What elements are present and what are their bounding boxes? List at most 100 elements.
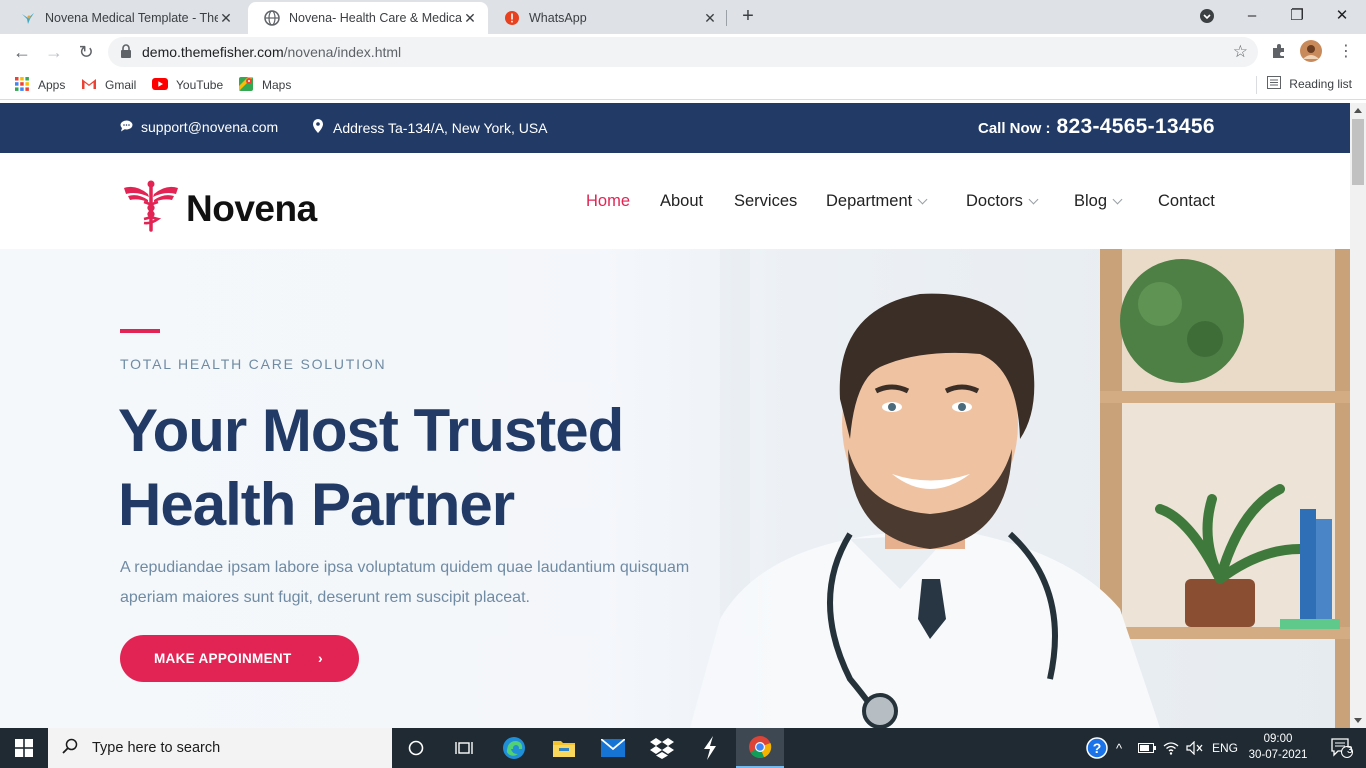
taskbar-sublime[interactable] [686,728,734,768]
dropbox-icon [650,738,674,759]
bookmark-maps[interactable]: Maps [238,76,291,94]
page-scrollbar[interactable] [1350,103,1366,728]
search-icon [62,738,78,758]
browser-toolbar: ← → ↻ demo.themefisher.com/novena/index.… [0,34,1366,70]
bookmark-apps[interactable]: Apps [14,76,65,94]
nav-doctors[interactable]: Doctors [966,192,1039,211]
close-icon[interactable]: ✕ [462,10,478,26]
taskbar-mail[interactable] [589,728,637,768]
nav-about[interactable]: About [660,192,703,211]
brand-name: Novena [186,187,317,229]
apps-grid-icon [14,76,30,95]
bookmark-label: Apps [38,78,66,92]
chevron-down-icon [1028,194,1039,205]
scrollbar-thumb[interactable] [1352,119,1364,185]
language-indicator[interactable]: ENG [1212,728,1238,768]
call-now-phone[interactable]: 823-4565-13456 [1057,115,1215,139]
close-window-button[interactable]: ✕ [1322,4,1362,28]
address-bar[interactable]: demo.themefisher.com/novena/index.html ☆ [108,37,1258,67]
wifi-icon[interactable] [1163,728,1179,768]
nav-services[interactable]: Services [734,192,797,211]
show-hidden-icons-chevron-up-icon[interactable]: ^ [1116,728,1122,768]
bookmark-star-icon[interactable]: ☆ [1233,42,1248,62]
close-icon[interactable]: ✕ [218,10,234,26]
notification-count: 3 [1347,745,1353,756]
tab-separator [726,10,727,26]
map-pin-icon [313,119,323,136]
task-view-icon [455,742,473,754]
bookmarks-separator [1256,76,1257,94]
bookmark-label: Maps [262,78,292,92]
forward-arrow-icon[interactable]: → [42,40,66,64]
scroll-up-arrow-icon[interactable] [1354,108,1362,113]
make-appointment-label: MAKE APPOINMENT [154,651,292,666]
mail-envelope-icon [601,739,625,757]
nav-doctors-label: Doctors [966,192,1023,210]
hummingbird-favicon-icon [20,10,36,26]
tab-whatsapp[interactable]: WhatsApp ✕ [488,2,728,34]
minimize-button[interactable]: – [1232,4,1272,28]
bookmark-youtube[interactable]: YouTube [152,76,223,94]
nav-department-label: Department [826,192,913,210]
tab-title: Novena Medical Template - Themefisher [45,11,218,25]
topbar-email[interactable]: support@novena.com [120,119,278,135]
bookmark-gmail[interactable]: Gmail [81,76,136,94]
hero-accent-divider [120,329,160,333]
reading-list-label: Reading list [1289,77,1352,91]
url-path: /novena/index.html [283,44,402,60]
tab-novena-health-care[interactable]: Novena- Health Care & Medical template ✕ [248,2,488,34]
taskbar-chrome[interactable] [736,728,784,768]
bookmark-label: YouTube [176,78,224,92]
hero-title-line-2: Health Partner [118,471,515,538]
bookmarks-bar: Apps Gmail YouTube Maps Reading list [0,70,1366,100]
url-text: demo.themefisher.com/novena/index.html [142,44,401,60]
menu-kebab-icon[interactable]: ⋮ [1336,42,1356,62]
task-view-button[interactable] [440,728,488,768]
volume-muted-icon[interactable] [1186,728,1204,768]
bolt-app-icon [704,736,716,760]
topbar-call[interactable]: Call Now : 823-4565-13456 [978,115,1215,139]
chevron-down-icon [917,194,928,205]
chevron-down-icon [1112,194,1123,205]
chrome-icon [749,736,772,759]
taskbar-dropbox[interactable] [638,728,686,768]
windows-start-button[interactable] [0,728,48,768]
extensions-puzzle-icon[interactable] [1270,42,1290,62]
back-arrow-icon[interactable]: ← [10,40,34,64]
nav-department[interactable]: Department [826,192,928,211]
action-center-button[interactable]: 3 [1318,728,1366,768]
make-appointment-button[interactable]: MAKE APPOINMENT › [120,635,359,682]
taskbar-file-explorer[interactable] [540,728,588,768]
search-placeholder: Type here to search [92,740,221,756]
nav-contact[interactable]: Contact [1158,192,1215,211]
help-tray-item[interactable]: ? [1086,728,1108,768]
page-viewport: support@novena.com Address Ta-134/A, New… [0,103,1350,728]
tab-title: WhatsApp [529,11,587,25]
taskbar-search-box[interactable]: Type here to search [48,728,392,768]
profile-avatar[interactable] [1300,40,1322,62]
tab-search-button[interactable] [1187,4,1227,28]
hero-description: A repudiandae ipsam labore ipsa voluptat… [120,559,690,606]
taskbar-edge[interactable] [490,728,538,768]
new-tab-button[interactable]: + [737,6,759,28]
system-clock[interactable]: 09:00 30-07-2021 [1240,731,1316,763]
clock-date: 30-07-2021 [1248,749,1308,761]
battery-icon[interactable] [1138,728,1156,768]
restore-button[interactable]: ❐ [1277,4,1317,28]
lock-icon[interactable] [120,44,132,64]
nav-home[interactable]: Home [586,192,630,211]
nav-blog[interactable]: Blog [1074,192,1123,211]
scroll-down-arrow-icon[interactable] [1354,718,1362,723]
cortana-button[interactable] [392,728,440,768]
globe-icon [264,10,280,26]
help-question-icon: ? [1086,737,1108,759]
site-logo[interactable]: Novena [122,180,317,237]
tab-novena-template[interactable]: Novena Medical Template - Themefisher ✕ [4,2,244,34]
edge-browser-icon [503,737,525,759]
reading-list-button[interactable]: Reading list [1267,76,1352,92]
close-icon[interactable]: ✕ [702,10,718,26]
clock-time: 09:00 [1263,733,1293,745]
hero-title-line-1: Your Most Trusted [118,397,624,464]
reload-icon[interactable]: ↻ [74,40,98,64]
topbar-email-text: support@novena.com [141,119,279,135]
